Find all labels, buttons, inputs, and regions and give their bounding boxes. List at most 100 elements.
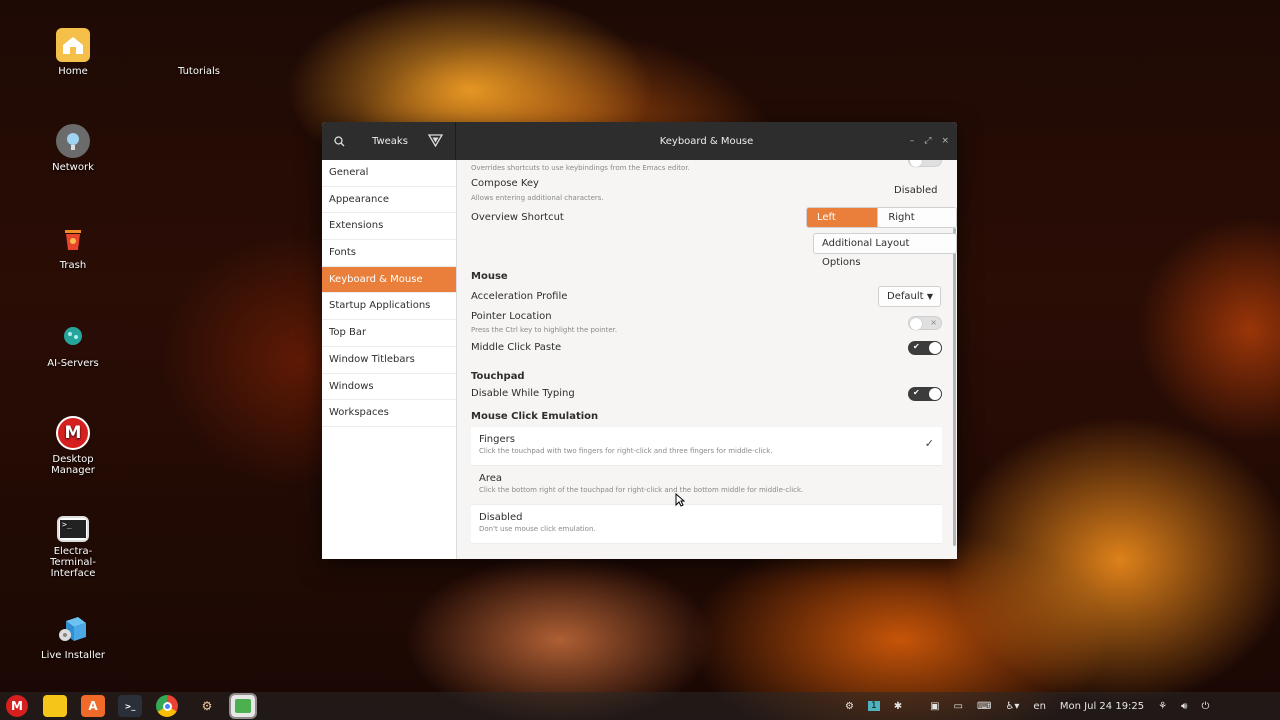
pointer-location-toggle[interactable]: ×: [908, 316, 942, 330]
tweaks-window: Tweaks Keyboard & Mouse – ⤢ × General Ap…: [322, 122, 957, 559]
content-scrollbar[interactable]: [953, 228, 956, 546]
acceleration-profile-dropdown[interactable]: Default ▼: [878, 286, 941, 307]
sidebar-item-startup-applications[interactable]: Startup Applications: [322, 293, 456, 321]
screen-icon[interactable]: ▭: [954, 701, 963, 712]
taskbar-chrome[interactable]: [156, 695, 178, 717]
app-menu-button[interactable]: [427, 134, 444, 150]
option-label: Fingers: [479, 434, 515, 445]
taskbar-files[interactable]: [43, 695, 67, 717]
desktop-icon-label: Desktop Manager: [51, 454, 95, 476]
acceleration-profile-value: Default: [887, 291, 924, 302]
disable-while-typing-toggle[interactable]: ✔: [908, 387, 942, 401]
sidebar-item-workspaces[interactable]: Workspaces: [322, 400, 456, 427]
taskbar-app-menu[interactable]: M: [6, 695, 28, 717]
window-title: Keyboard & Mouse: [659, 135, 754, 147]
desktop-manager-icon: M: [56, 416, 90, 450]
clipboard-icon[interactable]: ▣: [930, 701, 939, 712]
sidebar-item-windows[interactable]: Windows: [322, 374, 456, 401]
keyboard-layout[interactable]: en: [1033, 701, 1046, 712]
middle-click-paste-label: Middle Click Paste: [471, 342, 562, 353]
sidebar-item-top-bar[interactable]: Top Bar: [322, 320, 456, 347]
emacs-toggle[interactable]: [908, 160, 942, 167]
emulation-option-disabled[interactable]: Disabled Don't use mouse click emulation…: [471, 505, 942, 544]
check-icon: ✔: [913, 388, 920, 397]
desktop-icon-label: Electra-Terminal-Interface: [50, 546, 96, 579]
desktop-icon-live-installer[interactable]: Live Installer: [18, 612, 128, 661]
sidebar-item-appearance[interactable]: Appearance: [322, 187, 456, 214]
taskbar-installer[interactable]: ⚙: [195, 695, 219, 717]
option-label: Disabled: [479, 512, 523, 523]
mouse-section-title: Mouse: [471, 271, 508, 282]
middle-click-paste-toggle[interactable]: ✔: [908, 341, 942, 355]
additional-layout-options-button[interactable]: Additional Layout Options: [813, 233, 957, 268]
emulation-option-area[interactable]: Area Click the bottom right of the touch…: [471, 466, 942, 505]
compose-key-label: Compose Key: [471, 178, 539, 189]
check-icon: ✓: [924, 437, 934, 450]
tweaks-menu-icon: [427, 134, 444, 148]
sidebar-item-general[interactable]: General: [322, 160, 456, 187]
workspace-indicator[interactable]: 1: [867, 701, 880, 711]
system-tray: ⚙ 1 ✱ ▣ ▭ ⌨ ♿▾ en Mon Jul 24 19:25 ⚘ 🔊︎ …: [845, 692, 1209, 720]
keyboard-icon[interactable]: ⌨: [977, 701, 991, 712]
left-super-button[interactable]: Left Super: [807, 208, 878, 227]
maximize-button[interactable]: ⤢: [924, 136, 931, 146]
pointer-location-sub: Press the Ctrl key to highlight the poin…: [471, 326, 618, 334]
power-icon[interactable]: ⏻: [1201, 701, 1209, 712]
volume-icon[interactable]: 🔊︎: [1181, 701, 1187, 712]
overview-shortcut-switch: Left Super Right Super: [806, 207, 957, 228]
disable-while-typing-label: Disable While Typing: [471, 388, 575, 399]
installer-icon: [56, 612, 90, 646]
sidebar-item-window-titlebars[interactable]: Window Titlebars: [322, 347, 456, 374]
desktop-icon-trash[interactable]: Trash: [18, 222, 128, 271]
sidebar-item-keyboard-mouse[interactable]: Keyboard & Mouse: [322, 266, 456, 294]
toggle-knob: [929, 342, 941, 354]
emacs-sub: Overrides shortcuts to use keybindings f…: [471, 164, 690, 172]
ai-brain-icon: [56, 320, 90, 354]
desktop-icon-network[interactable]: Network: [18, 124, 128, 173]
toggle-off-icon: ×: [930, 318, 937, 327]
check-icon: ✔: [913, 342, 920, 351]
desktop-icon-label: Tutorials: [178, 66, 220, 77]
minimize-button[interactable]: –: [910, 136, 915, 146]
option-label: Area: [479, 473, 503, 484]
accessibility-icon[interactable]: ♿▾: [1005, 701, 1019, 712]
compose-key-value[interactable]: Disabled: [894, 185, 937, 196]
overview-shortcut-label: Overview Shortcut: [471, 212, 564, 223]
clock[interactable]: Mon Jul 24 19:25: [1060, 701, 1144, 712]
header-bar: Tweaks Keyboard & Mouse – ⤢ ×: [322, 122, 957, 160]
taskbar-tweaks[interactable]: [229, 693, 257, 719]
sidebar-item-extensions[interactable]: Extensions: [322, 213, 456, 241]
pointer-location-label: Pointer Location: [471, 311, 552, 322]
taskbar-app-store[interactable]: A: [81, 695, 105, 717]
sidebar-item-fonts[interactable]: Fonts: [322, 240, 456, 267]
settings-content: Overrides shortcuts to use keybindings f…: [457, 160, 957, 559]
compose-key-sub: Allows entering additional characters.: [471, 194, 604, 202]
toggle-knob: [929, 388, 941, 400]
terminal-icon: >_: [124, 701, 136, 711]
settings-icon[interactable]: ⚙: [845, 701, 854, 712]
close-button[interactable]: ×: [941, 136, 949, 146]
desktop-icon-label: Home: [58, 66, 88, 77]
desktop-icon-ai-servers[interactable]: AI-Servers: [18, 320, 128, 369]
sidebar: General Appearance Extensions Fonts Keyb…: [322, 160, 457, 559]
desktop-icon-tutorials[interactable]: Tutorials: [144, 28, 254, 77]
right-super-button[interactable]: Right Super: [877, 208, 956, 227]
extension-icon[interactable]: ✱: [894, 701, 902, 712]
mouse-click-emulation-title: Mouse Click Emulation: [471, 411, 599, 422]
header-left: Tweaks: [322, 122, 456, 160]
desktop-icon-label: Network: [52, 162, 94, 173]
installer-icon: ⚙: [201, 699, 213, 713]
folder-icon: [182, 28, 216, 62]
desktop-icon-label: Trash: [59, 260, 87, 271]
desktop-icon-home[interactable]: Home: [18, 28, 128, 77]
network-icon[interactable]: ⚘: [1158, 701, 1167, 712]
browser-icon: [162, 701, 172, 711]
desktop-icon-desktop-manager[interactable]: M Desktop Manager: [18, 416, 128, 476]
app-menu-icon: M: [11, 699, 23, 713]
search-button[interactable]: [322, 135, 356, 147]
option-sub: Don't use mouse click emulation.: [479, 525, 596, 533]
taskbar-terminal[interactable]: >_: [118, 695, 142, 717]
toggle-knob: [910, 318, 922, 330]
desktop-icon-terminal[interactable]: >_ Electra-Terminal-Interface: [18, 516, 128, 579]
emulation-option-fingers[interactable]: Fingers Click the touchpad with two fing…: [471, 427, 942, 466]
